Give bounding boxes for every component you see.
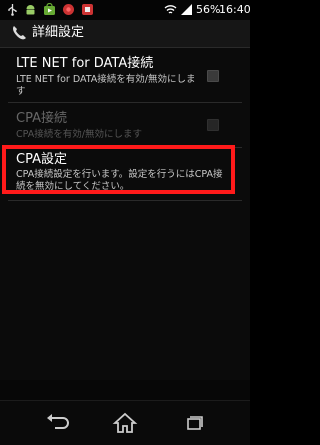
phone-settings-icon[interactable] (10, 24, 28, 42)
app-icon (82, 4, 93, 15)
cpa-connection-checkbox[interactable] (207, 119, 219, 131)
location-icon (63, 4, 74, 15)
pref-lte-net-data[interactable]: LTE NET for DATA接続 LTE NET for DATA接続を有効… (0, 48, 250, 102)
recent-apps-icon[interactable] (180, 409, 208, 437)
signal-icon (181, 4, 192, 15)
pref-summary: CPA接続を有効/無効にします (16, 129, 142, 140)
android-debug-icon (26, 5, 35, 15)
market-icon (44, 3, 55, 15)
home-icon[interactable] (111, 409, 139, 437)
pref-summary: LTE NET for DATA接続を有効/無効にします (16, 74, 196, 97)
action-bar: 詳細設定 (0, 20, 250, 48)
pref-title: LTE NET for DATA接続 (16, 56, 154, 71)
usb-icon (8, 4, 17, 16)
navigation-bar (0, 400, 250, 445)
page-title: 詳細設定 (32, 25, 85, 40)
pref-title: CPA接続 (16, 111, 67, 126)
status-bar: 56% 16:40 (0, 0, 251, 20)
lte-net-checkbox[interactable] (207, 70, 219, 82)
battery-level: 56% (196, 3, 221, 16)
preference-list: LTE NET for DATA接続 LTE NET for DATA接続を有効… (0, 48, 250, 380)
pref-cpa-connection[interactable]: CPA接続 CPA接続を有効/無効にします (0, 103, 250, 147)
back-icon[interactable] (43, 409, 71, 437)
wifi-icon (164, 5, 177, 14)
divider (8, 200, 242, 201)
clock: 16:40 (219, 3, 251, 16)
spacer (0, 380, 250, 400)
highlight-box (2, 145, 235, 194)
